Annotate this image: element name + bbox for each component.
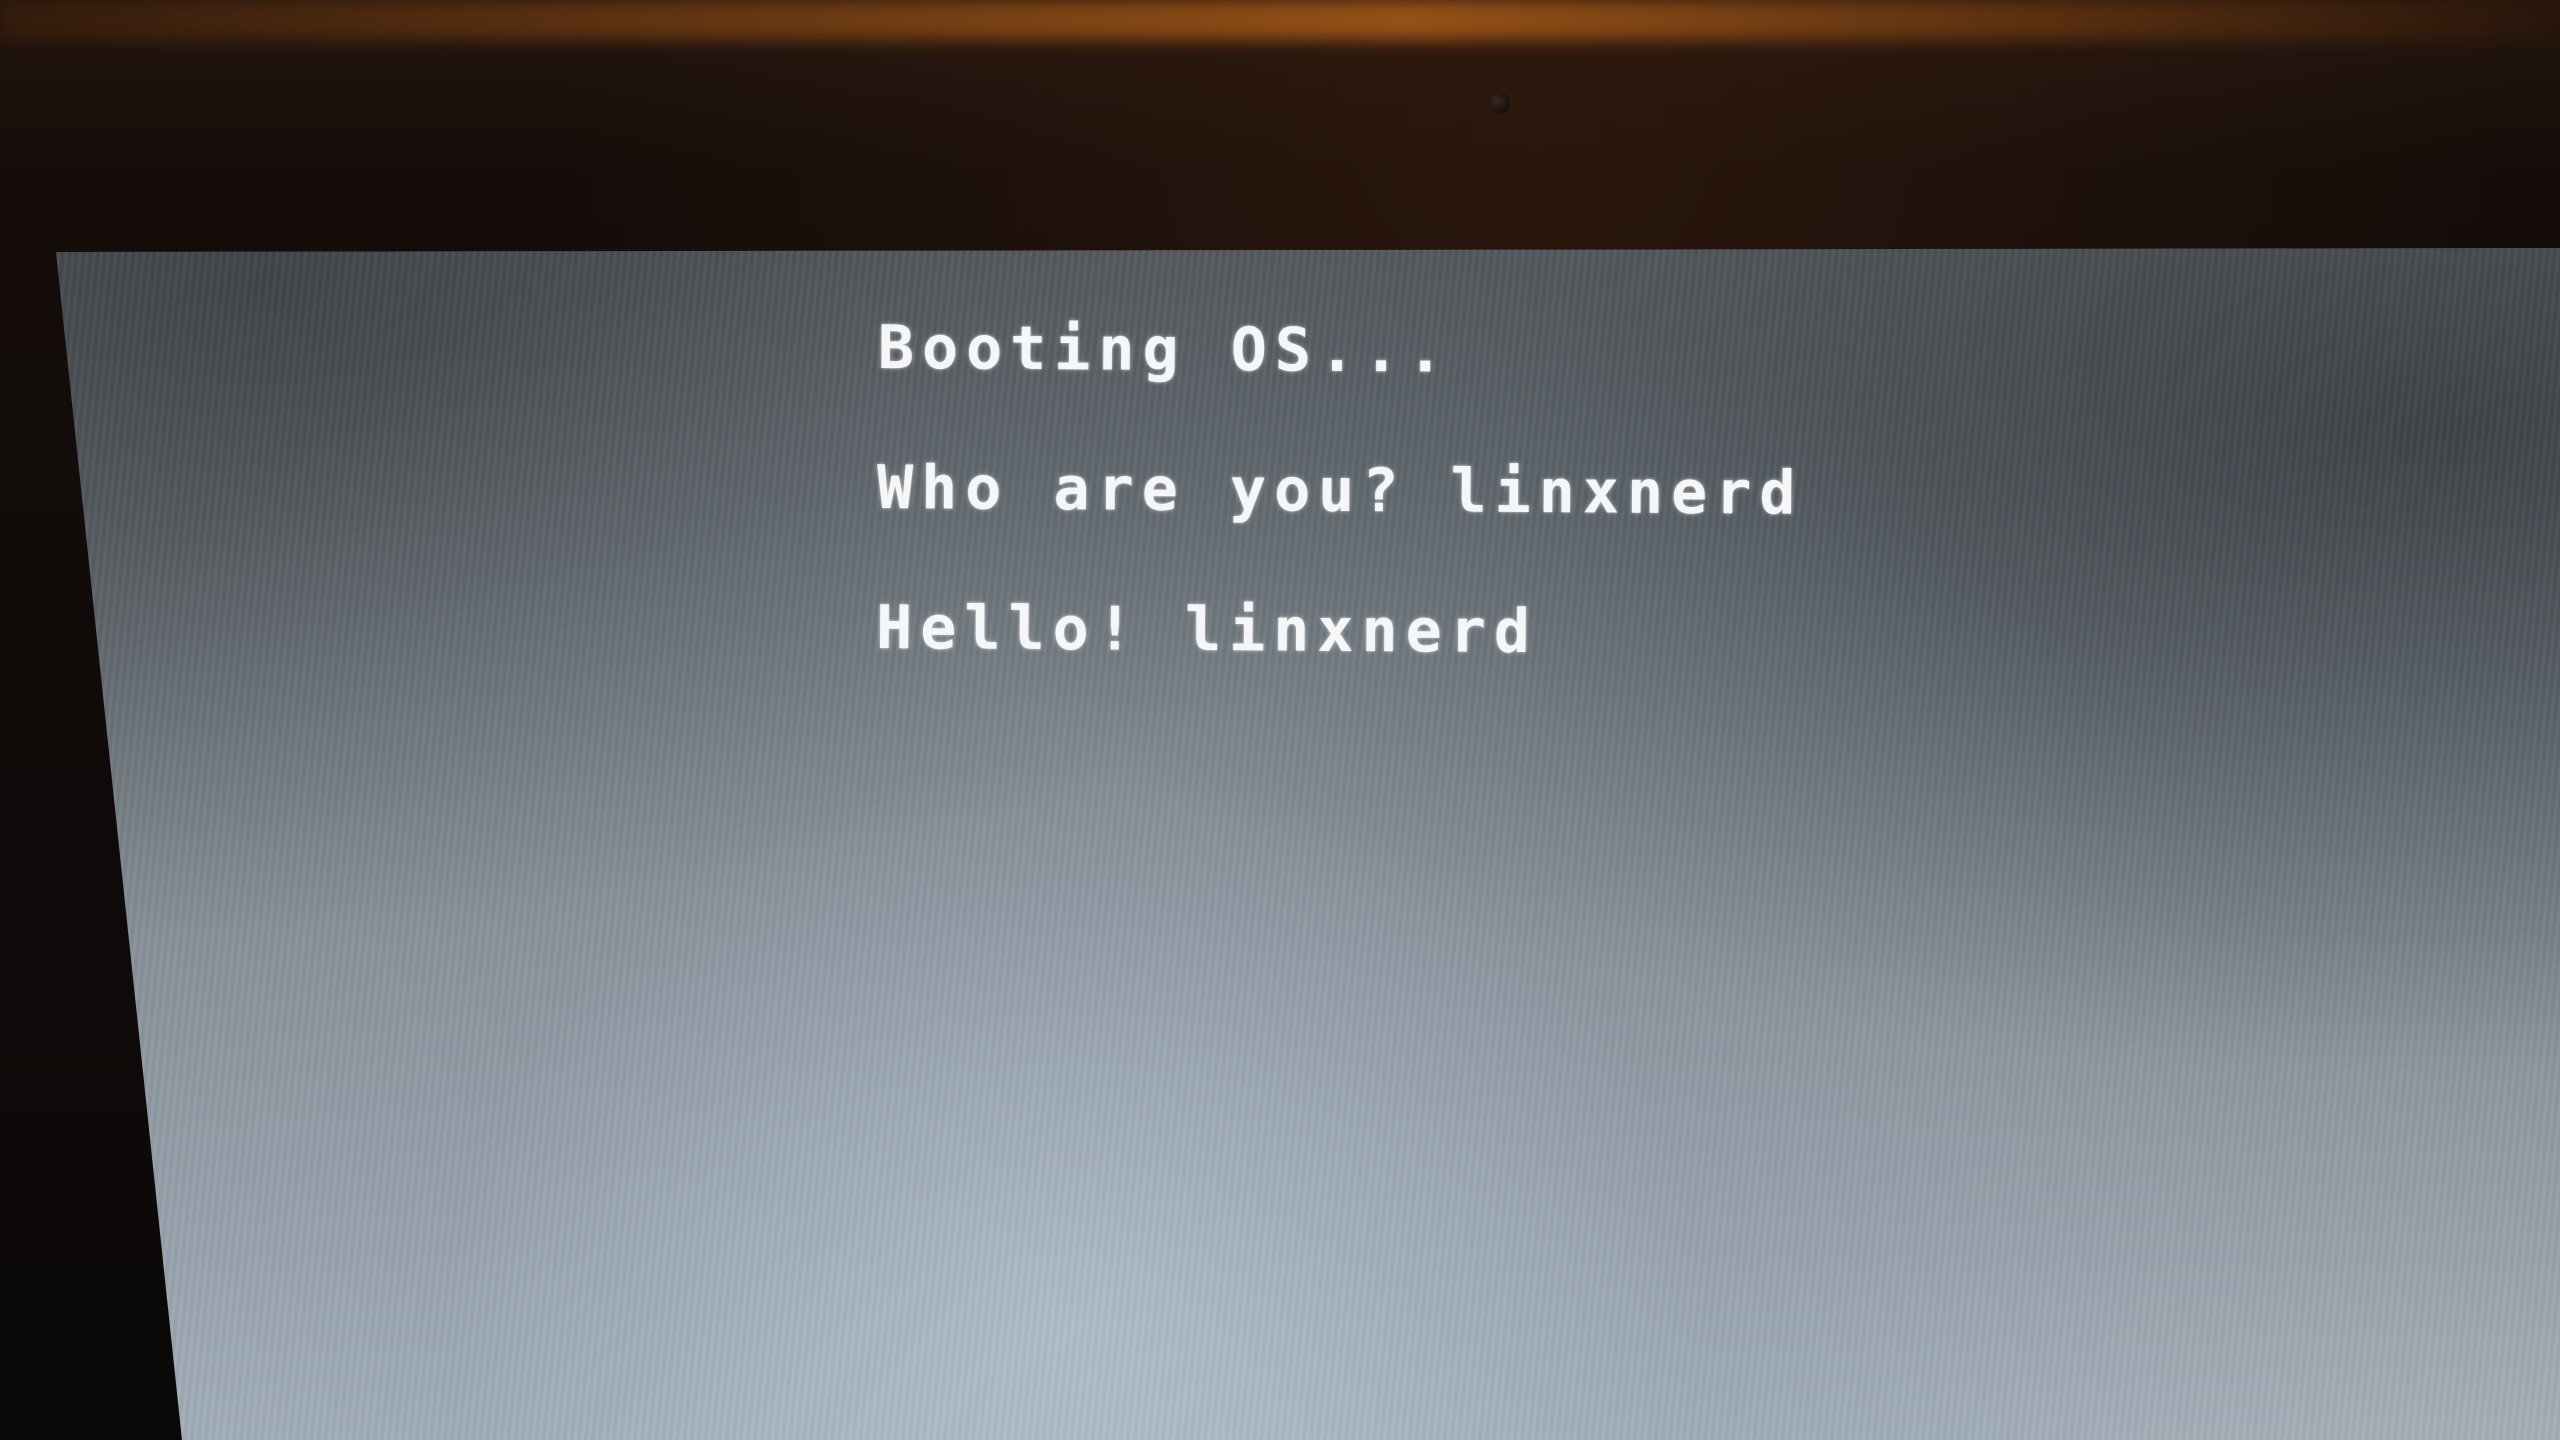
boot-console-output: Booting OS... Who are you? linxnerd Hell… <box>875 313 1805 668</box>
greeting-line: Hello! linxnerd <box>875 592 1539 668</box>
photo-scene: Booting OS... Who are you? linxnerd Hell… <box>0 0 2560 1440</box>
boot-status-line: Booting OS... <box>877 313 1452 387</box>
webcam-icon <box>1488 92 1510 114</box>
identity-prompt-line: Who are you? linxnerd <box>876 452 1804 529</box>
ambient-light-glow <box>0 0 2560 40</box>
